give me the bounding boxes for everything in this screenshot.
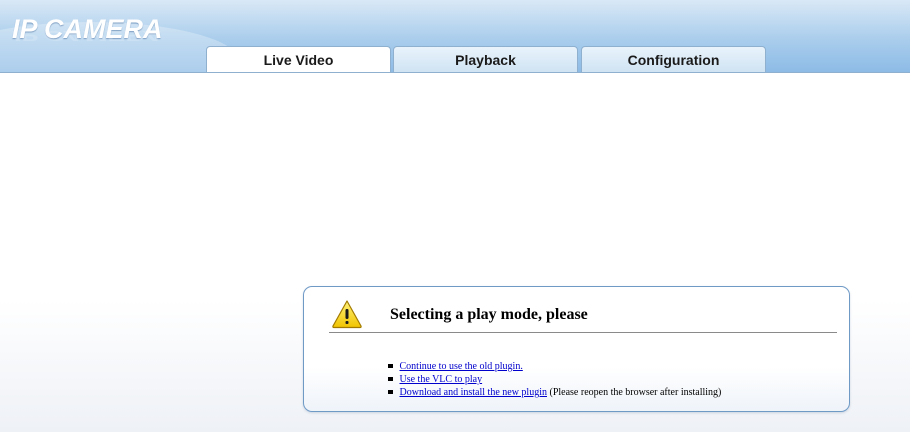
play-mode-dialog: Selecting a play mode, please Continue t… [303,286,850,412]
continue-old-plugin-link[interactable]: Continue to use the old plugin. [400,361,523,372]
title-divider [329,332,837,333]
tab-playback[interactable]: Playback [393,46,578,72]
dialog-title: Selecting a play mode, please [390,306,588,323]
use-vlc-link[interactable]: Use the VLC to play [400,374,483,385]
app-header: IP CAMERA IP CAMERA Live Video Playback … [0,0,910,73]
app-logo-reflection: IP CAMERA [12,27,163,45]
bullet-icon [388,389,393,394]
download-new-plugin-link[interactable]: Download and install the new plugin [400,387,547,398]
option-old-plugin: Continue to use the old plugin. [388,360,721,373]
tab-live-video[interactable]: Live Video [206,46,391,72]
warning-icon [332,300,362,329]
option-new-plugin: Download and install the new plugin (Ple… [388,386,721,399]
option-vlc: Use the VLC to play [388,373,721,386]
bullet-icon [388,363,393,368]
tab-configuration[interactable]: Configuration [581,46,766,72]
reopen-browser-note: (Please reopen the browser after install… [549,387,722,398]
bullet-icon [388,376,393,381]
play-mode-options: Continue to use the old plugin. Use the … [388,360,721,399]
